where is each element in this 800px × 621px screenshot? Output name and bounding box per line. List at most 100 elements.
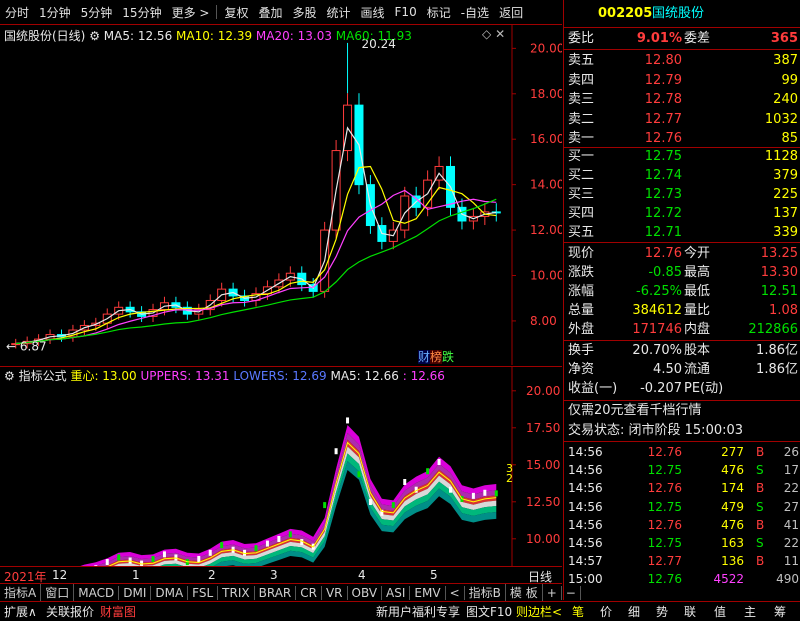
right-marks: 3 2 — [506, 463, 513, 485]
tab-timeshare[interactable]: 分时 — [0, 4, 34, 21]
mark-2: 2 — [506, 472, 513, 485]
mark-button[interactable]: 标记 — [422, 4, 456, 21]
y-tick-label: 20.00 — [526, 384, 560, 398]
multi-stock-button[interactable]: 多股 — [287, 4, 321, 21]
settings-icon[interactable]: ⚙ — [89, 29, 100, 43]
bid-volume: 137 — [773, 206, 798, 221]
stat-label: 涨跌 — [568, 265, 595, 280]
tab-obv[interactable]: OBV — [348, 585, 383, 600]
adjust-button[interactable]: 复权 — [219, 4, 253, 21]
bid-row: 买二 12.74 379 — [564, 166, 800, 186]
tick-price: 12.75 — [647, 536, 682, 550]
stat-value: 1.86亿 — [756, 343, 798, 358]
tab-15min[interactable]: 15分钟 — [117, 4, 166, 21]
indicator-chart[interactable]: ⚙ 指标公式 重心: 13.00 UPPERS: 13.31 LOWERS: 1… — [0, 366, 562, 595]
tick-price: 12.75 — [647, 463, 682, 478]
tick-side: B — [756, 481, 765, 496]
new-user-link[interactable]: 新用户福利专享 — [376, 603, 460, 620]
tab-link[interactable]: 联 — [684, 603, 696, 620]
related-quote-button[interactable]: 关联报价 — [46, 603, 94, 620]
tab-trend[interactable]: 势 — [656, 603, 668, 620]
ma-line-ma20 — [15, 189, 497, 345]
tab-dma[interactable]: DMA — [151, 585, 189, 600]
tab-value[interactable]: 值 — [714, 603, 726, 620]
close-icon[interactable]: ✕ — [495, 27, 505, 41]
back-button[interactable]: 返回 — [494, 4, 528, 21]
ask-price: 12.80 — [644, 53, 682, 68]
tick-row: 14:56 12.76 174 B 22 — [564, 478, 800, 498]
y-tick-label: 15.00 — [526, 458, 560, 472]
kline-chart[interactable]: 国统股份(日线) ⚙ MA5: 12.56 MA10: 12.39 MA20: … — [0, 25, 564, 365]
x-label-feb: 2 — [208, 568, 216, 582]
f10-link[interactable]: 图文F10 — [466, 603, 512, 620]
f10-button[interactable]: F10 — [390, 5, 422, 19]
promo-text[interactable]: 仅需20元查看千档行情 — [568, 401, 702, 421]
stat-label: 流通 — [684, 362, 711, 377]
tab-indicator-b[interactable]: 指标B — [465, 584, 506, 601]
settings-icon[interactable]: ⚙ — [4, 369, 15, 383]
ask-price: 12.76 — [644, 131, 682, 146]
status-bar: 扩展∧ 关联报价 财富图 新用户福利专享 图文F10 则边栏< 笔 价 细 势 … — [0, 601, 800, 621]
promo-row[interactable]: 仅需20元查看千档行情 — [564, 401, 800, 421]
tab-macd[interactable]: MACD — [74, 585, 120, 600]
tab-1min[interactable]: 1分钟 — [34, 4, 76, 21]
tab-prev[interactable]: < — [446, 585, 465, 600]
tab-main[interactable]: 主 — [744, 603, 756, 620]
stat-value: -0.85 — [648, 265, 682, 280]
tab-cr[interactable]: CR — [296, 585, 322, 600]
watchlist-button[interactable]: -自选 — [456, 4, 494, 21]
indicator-tabs: 指标A 窗口 MACD DMI DMA FSL TRIX BRAR CR VR … — [0, 583, 581, 601]
drop-badge[interactable]: 跌 — [442, 350, 454, 364]
x-label-may: 5 — [430, 568, 438, 582]
tab-ticks[interactable]: 笔 — [572, 603, 584, 620]
signal-mark — [426, 468, 430, 475]
overlay-button[interactable]: 叠加 — [253, 4, 287, 21]
tab-detail[interactable]: 细 — [628, 603, 640, 620]
stat-value: 212866 — [748, 322, 798, 337]
tab-brar[interactable]: BRAR — [255, 585, 297, 600]
ma5-label: MA5: 12.56 — [103, 29, 173, 43]
tab-5min[interactable]: 5分钟 — [76, 4, 118, 21]
tab-more[interactable]: 更多 > — [167, 4, 215, 21]
divider — [564, 49, 800, 50]
stat-label: 最低 — [684, 284, 711, 299]
ask-label: 卖四 — [568, 72, 595, 88]
tab-price[interactable]: 价 — [600, 603, 612, 620]
tick-price: 12.76 — [647, 481, 682, 496]
tab-fsl[interactable]: FSL — [188, 585, 219, 600]
tab-dmi[interactable]: DMI — [119, 585, 152, 600]
sidebar-toggle[interactable]: 则边栏< — [516, 603, 562, 620]
expand-button[interactable]: 扩展∧ — [4, 603, 37, 620]
tab-chips[interactable]: 筹 — [774, 603, 786, 620]
ask-row: 卖五 12.80 387 — [564, 51, 800, 71]
tick-count: 11 — [783, 554, 799, 569]
tab-indicator-a[interactable]: 指标A — [0, 584, 42, 601]
stat-label: 净资 — [568, 362, 595, 377]
tab-asi[interactable]: ASI — [382, 585, 411, 600]
tab-vr[interactable]: VR — [322, 585, 348, 600]
finance-badge[interactable]: 财 — [418, 350, 431, 364]
tab-trix[interactable]: TRIX — [218, 585, 255, 600]
tick-side: B — [756, 445, 765, 459]
lowers-label: LOWERS: 12.69 — [233, 369, 327, 383]
rank-badge[interactable]: 榜 — [430, 350, 443, 364]
y-tick-label: 18.00 — [530, 87, 562, 101]
ask-label: 卖三 — [568, 92, 595, 107]
wealth-chart-button[interactable]: 财富图 — [100, 603, 136, 620]
stats-button[interactable]: 统计 — [322, 4, 356, 21]
bid-volume: 339 — [773, 225, 798, 240]
add-button[interactable]: + — [543, 585, 562, 600]
signal-mark — [483, 489, 487, 496]
y-tick-label: 20.00 — [530, 41, 562, 55]
y-tick-label: 10.00 — [526, 532, 560, 546]
diamond-icon[interactable]: ◇ — [482, 27, 491, 41]
draw-line-button[interactable]: 画线 — [356, 4, 390, 21]
tab-window[interactable]: 窗口 — [41, 584, 75, 601]
bid-volume: 379 — [773, 168, 798, 183]
tab-emv[interactable]: EMV — [410, 585, 446, 600]
bid-row: 买三 12.73 225 — [564, 185, 800, 205]
tab-template[interactable]: 模 板 — [506, 584, 543, 601]
quote-panel: 002205 国统股份 委比 9.01% 委差 365 卖五 12.80 387 卖四… — [563, 0, 800, 600]
ask-volume: 99 — [781, 72, 798, 88]
weibi-label: 委比 — [568, 31, 595, 46]
